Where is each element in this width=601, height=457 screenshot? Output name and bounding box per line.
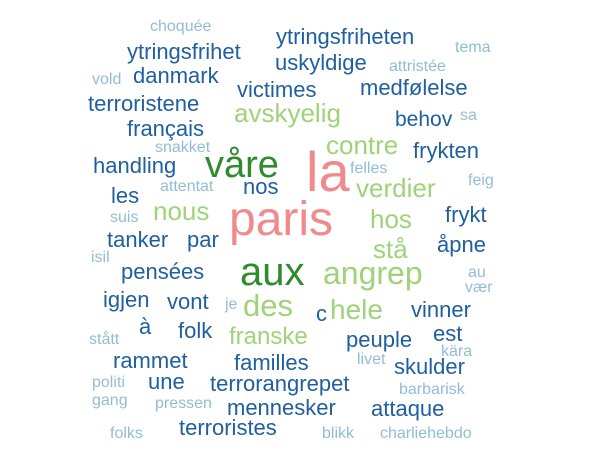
word-blikk: blikk bbox=[322, 425, 355, 442]
word-franske: franske bbox=[229, 323, 308, 350]
word-ytringsfrihet: ytringsfrihet bbox=[127, 39, 241, 64]
word-avskyelig: avskyelig bbox=[234, 98, 341, 128]
word-danmark: danmark bbox=[133, 63, 219, 88]
word-staa: stå bbox=[373, 234, 408, 264]
word-suis: suis bbox=[110, 209, 139, 226]
word-frykt: frykt bbox=[445, 202, 487, 227]
word-pensees: pensées bbox=[121, 259, 205, 284]
word-vold: vold bbox=[92, 71, 122, 88]
word-kaera: kära bbox=[441, 343, 473, 360]
word-behov: behov bbox=[395, 108, 453, 131]
word-terrorangrepet: terrorangrepet bbox=[210, 371, 350, 396]
word-medfoelelse: medfølelse bbox=[360, 75, 468, 100]
word-vont: vont bbox=[167, 289, 209, 314]
word-cloud: paris la våre aux angrep des hele c fran… bbox=[0, 0, 601, 457]
word-feig: feig bbox=[468, 172, 494, 189]
word-pressen: pressen bbox=[155, 395, 212, 412]
word-victimes: victimes bbox=[237, 77, 317, 102]
word-vaer: vær bbox=[465, 279, 493, 296]
word-folks: folks bbox=[110, 425, 143, 442]
word-attaque: attaque bbox=[371, 396, 445, 421]
word-une: une bbox=[148, 369, 185, 394]
word-attristee: attristée bbox=[389, 58, 446, 75]
word-politi: politi bbox=[92, 374, 125, 391]
word-frykten: frykten bbox=[413, 138, 480, 163]
word-aapne: åpne bbox=[437, 232, 486, 257]
word-felles: felles bbox=[350, 160, 388, 177]
word-tema: tema bbox=[455, 39, 491, 56]
word-ytringsfriheten: ytringsfriheten bbox=[276, 24, 415, 49]
word-livet: livet bbox=[357, 351, 386, 368]
word-est: est bbox=[433, 321, 463, 346]
word-peuple: peuple bbox=[346, 327, 413, 352]
word-par: par bbox=[187, 227, 219, 252]
word-isil: isil bbox=[91, 249, 110, 266]
word-staatt: stått bbox=[89, 331, 120, 348]
word-terroristes: terroristes bbox=[179, 415, 277, 440]
word-handling: handling bbox=[93, 153, 177, 178]
word-aa: à bbox=[139, 314, 152, 339]
word-verdier: verdier bbox=[356, 173, 436, 203]
word-choquee: choquée bbox=[150, 18, 212, 35]
word-gang: gang bbox=[92, 392, 128, 409]
word-charliehebdo: charliehebdo bbox=[380, 425, 472, 442]
word-snakket: snakket bbox=[155, 139, 211, 156]
word-folk: folk bbox=[178, 318, 213, 343]
word-attentat: attentat bbox=[160, 178, 214, 195]
word-igjen: igjen bbox=[103, 287, 150, 312]
word-hele: hele bbox=[330, 294, 383, 325]
word-aux: aux bbox=[240, 250, 305, 294]
word-les: les bbox=[111, 183, 140, 208]
word-hos: hos bbox=[370, 204, 412, 234]
word-terroristene: terroristene bbox=[88, 91, 200, 116]
word-c: c bbox=[316, 301, 327, 326]
word-nos: nos bbox=[243, 174, 279, 199]
word-francais: français bbox=[127, 116, 205, 141]
word-uskyldige: uskyldige bbox=[275, 50, 367, 75]
word-tanker: tanker bbox=[107, 227, 169, 252]
word-je: je bbox=[225, 296, 238, 313]
word-barbarisk: barbarisk bbox=[399, 381, 465, 398]
word-contre: contre bbox=[326, 130, 399, 160]
word-vinner: vinner bbox=[411, 297, 471, 322]
word-paris: paris bbox=[229, 193, 334, 246]
word-sa: sa bbox=[460, 107, 477, 124]
word-des: des bbox=[243, 288, 293, 323]
word-nous: nous bbox=[153, 196, 210, 226]
